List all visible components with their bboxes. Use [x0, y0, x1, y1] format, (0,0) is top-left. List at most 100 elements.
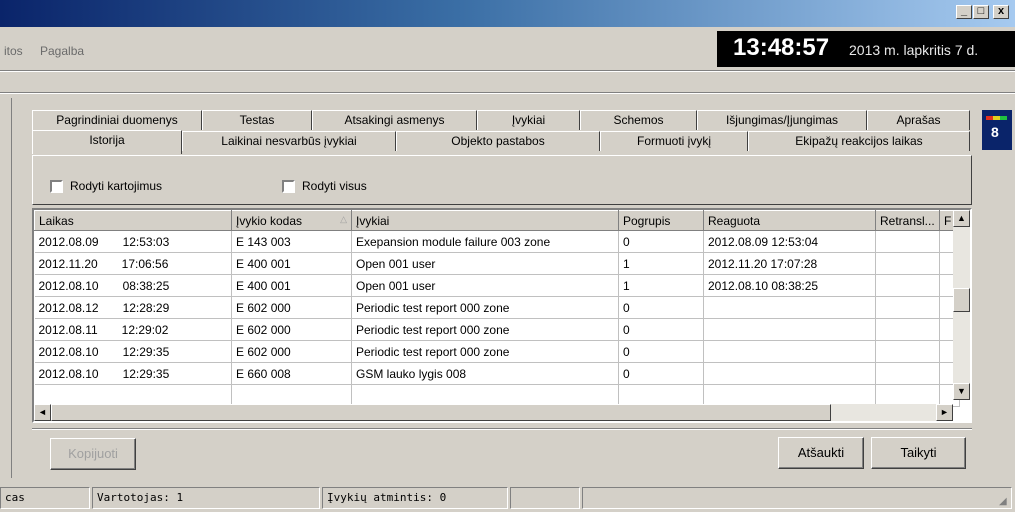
table-row[interactable]: 2012.11.20 17:06:56 E 400 001 Open 001 user… [34, 252, 960, 275]
separator [0, 92, 1015, 94]
cell-code: E 400 001 [231, 252, 352, 275]
close-button[interactable]: x [993, 5, 1009, 19]
clock-time: 13:48:57 [733, 34, 830, 61]
cell-time: 2012.08.12 12:28:29 [34, 296, 232, 319]
resize-grip-icon[interactable]: ◢ [999, 496, 1013, 510]
cell-subgroup: 0 [618, 340, 704, 363]
cancel-button[interactable]: Atšaukti [778, 437, 864, 469]
show-all-label: Rodyti visus [302, 179, 367, 193]
tab-events[interactable]: Įvykiai [477, 110, 580, 130]
cell-time: 2012.08.09 12:53:03 [34, 230, 232, 253]
table-row[interactable]: 2012.08.09 12:53:03 E 143 003 Exepansion mo… [34, 230, 960, 253]
cell-date: 2012.08.09 [38, 234, 99, 249]
cell-subgroup: 0 [618, 362, 704, 385]
vertical-scrollbar[interactable]: ▲ ▼ [953, 210, 970, 400]
col-header-code[interactable]: Įvykio kodas △ [231, 210, 352, 231]
cell-date: 2012.11.20 [38, 256, 98, 271]
cell-time: 2012.08.10 08:38:25 [34, 274, 232, 297]
table-row[interactable]: 2012.08.10 12:29:35 E 602 000 Periodic test… [34, 340, 960, 363]
table-row[interactable]: 2012.08.11 12:29:02 E 602 000 Periodic test… [34, 318, 960, 341]
status-pane-5 [582, 487, 1012, 509]
tab-object-notes[interactable]: Objekto pastabos [396, 131, 600, 151]
scroll-left-icon[interactable]: ◄ [34, 404, 51, 421]
show-repeats-label: Rodyti kartojimus [70, 179, 163, 193]
separator [0, 70, 1015, 72]
title-bar[interactable]: _ □ x [0, 0, 1015, 27]
col-header-time[interactable]: Laikas [34, 210, 232, 231]
cell-event: Open 001 user [351, 252, 619, 275]
cell-code: E 602 000 [231, 318, 352, 341]
cell-code: E 660 008 [231, 362, 352, 385]
cell-subgroup: 1 [618, 252, 704, 275]
status-indicator[interactable]: 8 [982, 110, 1012, 150]
cell-time: 2012.08.10 12:29:35 [34, 362, 232, 385]
tab-description[interactable]: Aprašas [867, 110, 970, 130]
cell-reacted: 2012.08.09 12:53:04 [703, 230, 876, 253]
tab-create-event[interactable]: Formuoti įvykį [600, 131, 748, 151]
tab-main-data[interactable]: Pagrindiniai duomenys [32, 110, 202, 130]
cell-reacted [703, 362, 876, 385]
cell-reacted [703, 296, 876, 319]
cell-retrans [875, 230, 940, 253]
cell-code: E 143 003 [231, 230, 352, 253]
cell-retrans [875, 362, 940, 385]
cell-retrans [875, 296, 940, 319]
scroll-up-icon[interactable]: ▲ [953, 210, 970, 227]
menu-item-help[interactable]: Pagalba [40, 44, 84, 58]
menu-item-truncated[interactable]: itos [4, 44, 23, 58]
col-header-subgroup[interactable]: Pogrupis [618, 210, 704, 231]
cell-date: 2012.08.12 [38, 300, 99, 315]
cell-event: Periodic test report 000 zone [351, 340, 619, 363]
table-row[interactable]: 2012.08.10 08:38:25 E 400 001 Open 001 user… [34, 274, 960, 297]
show-all-checkbox[interactable] [282, 180, 295, 193]
table-row[interactable]: 2012.08.12 12:28:29 E 602 000 Periodic test… [34, 296, 960, 319]
sort-asc-icon: △ [340, 213, 347, 224]
left-edge [0, 98, 12, 478]
cell-subgroup: 1 [618, 274, 704, 297]
maximize-button[interactable]: □ [973, 5, 989, 19]
minimize-button[interactable]: _ [956, 5, 972, 19]
tab-test[interactable]: Testas [202, 110, 312, 130]
tab-crew-reaction-time[interactable]: Ekipažų reakcijos laikas [748, 131, 970, 151]
cell-subgroup: 0 [618, 318, 704, 341]
cell-event: Periodic test report 000 zone [351, 296, 619, 319]
status-memory: Įvykių atmintis: 0 [322, 487, 508, 509]
apply-button[interactable]: Taikyti [871, 437, 966, 469]
cell-event: GSM lauko lygis 008 [351, 362, 619, 385]
col-header-code-label: Įvykio kodas [236, 213, 303, 228]
cell-date: 2012.08.10 [38, 344, 99, 359]
table-row[interactable]: 2012.08.10 12:29:35 E 660 008 GSM lauko lyg… [34, 362, 960, 385]
show-repeats-checkbox[interactable] [50, 180, 63, 193]
status-bar: cas Vartotojas: 1 Įvykių atmintis: 0 ◢ [0, 484, 1015, 512]
cell-date: 2012.08.10 [38, 366, 99, 381]
cell-reacted [703, 318, 876, 341]
cell-retrans [875, 318, 940, 341]
col-header-retrans[interactable]: Retransl... [875, 210, 940, 231]
green-led-icon [1000, 116, 1007, 120]
cell-retrans [875, 274, 940, 297]
cell-clock-time: 12:29:35 [122, 344, 170, 359]
tab-schemes[interactable]: Schemos [580, 110, 697, 130]
vertical-scroll-thumb[interactable] [953, 288, 970, 312]
cell-time: 2012.08.11 12:29:02 [34, 318, 232, 341]
tab-on-off[interactable]: Išjungimas/Įjungimas [697, 110, 867, 130]
scroll-right-icon[interactable]: ► [936, 404, 953, 421]
copy-button[interactable]: Kopijuoti [50, 438, 136, 470]
scroll-down-icon[interactable]: ▼ [953, 383, 970, 400]
col-header-events[interactable]: Įvykiai [351, 210, 619, 231]
yellow-led-icon [993, 116, 1000, 120]
history-table[interactable]: Laikas Įvykio kodas △ Įvykiai Pogrupis Re… [32, 208, 972, 423]
cell-reacted: 2012.11.20 17:07:28 [703, 252, 876, 275]
cell-clock-time: 17:06:56 [121, 256, 169, 271]
tab-temp-unimportant[interactable]: Laikinai nesvarbūs įvykiai [182, 131, 396, 151]
table-header-row: Laikas Įvykio kodas △ Įvykiai Pogrupis Re… [34, 210, 960, 231]
cell-time: 2012.11.20 17:06:56 [34, 252, 232, 275]
tab-history[interactable]: Istorija [32, 130, 182, 154]
tab-responsible[interactable]: Atsakingi asmenys [312, 110, 477, 130]
horizontal-scrollbar[interactable]: ◄ ► [34, 404, 953, 421]
horizontal-scroll-thumb[interactable] [51, 404, 831, 421]
col-header-reacted[interactable]: Reaguota [703, 210, 876, 231]
cell-date: 2012.08.11 [38, 322, 98, 337]
cell-code: E 400 001 [231, 274, 352, 297]
cell-clock-time: 12:53:03 [122, 234, 170, 249]
